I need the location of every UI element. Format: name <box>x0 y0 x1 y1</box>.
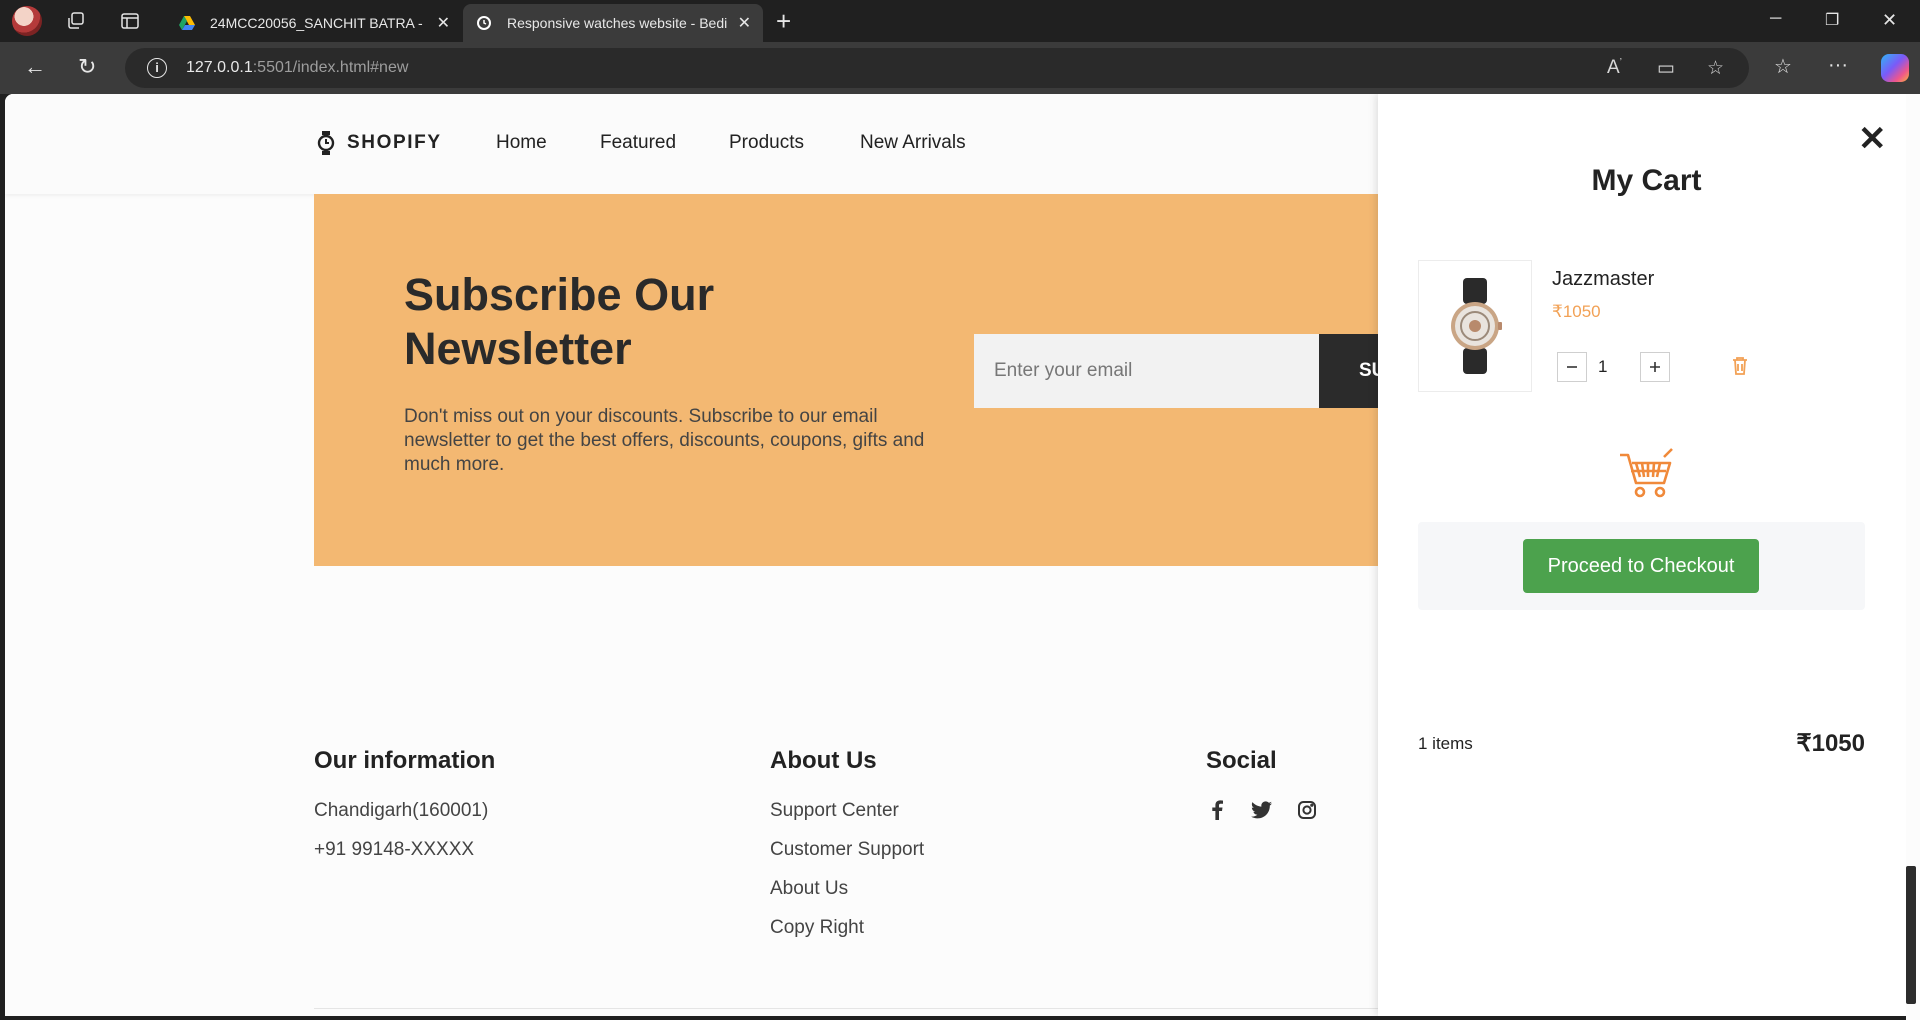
more-menu-icon[interactable]: ··· <box>1828 54 1848 77</box>
newsletter-description: Don't miss out on your discounts. Subscr… <box>404 406 925 475</box>
email-field[interactable] <box>974 334 1319 408</box>
read-aloud-icon[interactable]: Aʼ <box>1607 57 1622 79</box>
nav-new-arrivals[interactable]: New Arrivals <box>860 132 966 154</box>
google-drive-icon <box>179 16 195 30</box>
url-host: 127.0.0.1 <box>186 59 253 76</box>
footer-about: About Us Support Center Customer Support… <box>770 747 924 955</box>
footer-social-heading: Social <box>1206 747 1277 774</box>
newsletter-title: Subscribe Our Newsletter <box>404 269 715 374</box>
nav-products[interactable]: Products <box>729 132 804 154</box>
cart-item-count: 1 items <box>1418 734 1473 753</box>
shopping-cart-icon <box>1618 447 1674 504</box>
minimize-icon[interactable]: ─ <box>1770 10 1781 28</box>
copilot-icon[interactable] <box>1881 54 1909 82</box>
cart-drawer: ✕ My Cart Jazzmaster ₹1050 1 Proceed to … <box>1378 94 1915 1016</box>
footer-about-heading: About Us <box>770 747 877 774</box>
browser-tab-bar: 24MCC20056_SANCHIT BATRA - Google Drive … <box>0 0 1920 42</box>
trash-icon[interactable] <box>1731 356 1749 381</box>
scrollbar-thumb[interactable] <box>1906 866 1916 1004</box>
close-cart-icon[interactable]: ✕ <box>1858 122 1887 156</box>
instagram-icon[interactable] <box>1296 799 1317 820</box>
plus-icon <box>1650 362 1660 372</box>
watch-icon <box>477 16 491 30</box>
close-icon[interactable]: ✕ <box>437 13 450 33</box>
tab-title: Responsive watches website - Bedimcode <box>507 15 728 31</box>
footer-social: Social <box>1206 747 1317 820</box>
decrease-quantity-button[interactable] <box>1557 352 1587 382</box>
cart-title: My Cart <box>1591 164 1702 197</box>
footer-info-heading: Our information <box>314 747 496 774</box>
footer-divider <box>314 1008 1414 1009</box>
checkout-button[interactable]: Proceed to Checkout <box>1523 539 1759 593</box>
social-links <box>1206 799 1317 820</box>
footer-link-about-us[interactable]: About Us <box>770 877 924 901</box>
footer-link-support-center[interactable]: Support Center <box>770 799 924 823</box>
tab-actions-icon[interactable] <box>118 9 142 33</box>
profile-avatar[interactable] <box>12 6 42 36</box>
back-icon[interactable]: ← <box>24 56 46 78</box>
restore-icon[interactable]: ❐ <box>1825 10 1839 30</box>
nav-featured[interactable]: Featured <box>600 132 676 154</box>
footer-link-customer-support[interactable]: Customer Support <box>770 838 924 862</box>
page-viewport: SHOPIFY Home Featured Products New Arriv… <box>5 94 1915 1016</box>
cart-total: ₹1050 <box>1796 730 1865 757</box>
footer-link-copy-right[interactable]: Copy Right <box>770 916 924 940</box>
minus-icon <box>1567 366 1577 368</box>
tab-title: 24MCC20056_SANCHIT BATRA - Google Drive <box>210 15 427 31</box>
checkout-box: Proceed to Checkout <box>1418 522 1865 610</box>
site-logo[interactable]: SHOPIFY <box>316 130 442 156</box>
address-bar: ← ↻ i 127.0.0.1:5501/index.html#new Aʼ ▭… <box>0 42 1920 94</box>
footer-info: Our information Chandigarh(160001) +91 9… <box>314 747 495 877</box>
watch-icon <box>317 131 335 155</box>
tab-google-drive[interactable]: 24MCC20056_SANCHIT BATRA - Google Drive … <box>166 4 462 42</box>
site-info-icon[interactable]: i <box>147 58 167 78</box>
immersive-reader-icon[interactable]: ▭ <box>1657 57 1675 80</box>
close-icon[interactable]: ✕ <box>738 13 751 33</box>
url-text: 127.0.0.1:5501/index.html#new <box>186 59 408 77</box>
nav-home[interactable]: Home <box>496 132 547 154</box>
watch-product-image <box>1451 278 1502 374</box>
window-close-icon[interactable]: ✕ <box>1882 10 1897 31</box>
workspaces-icon[interactable] <box>64 9 88 33</box>
cart-item-price: ₹1050 <box>1552 302 1601 321</box>
cart-item-image <box>1418 260 1532 392</box>
newsletter-section: Subscribe Our Newsletter Don't miss out … <box>314 194 1469 566</box>
favorite-star-icon[interactable]: ☆ <box>1707 57 1724 80</box>
url-input[interactable]: i 127.0.0.1:5501/index.html#new Aʼ ▭ ☆ <box>125 48 1749 88</box>
logo-text: SHOPIFY <box>347 132 442 153</box>
url-path: :5501/index.html#new <box>252 59 409 76</box>
tab-watches-website[interactable]: Responsive watches website - Bedimcode ✕ <box>463 4 763 42</box>
footer-address: Chandigarh(160001) <box>314 800 489 821</box>
favorites-icon[interactable]: ☆ <box>1774 54 1792 79</box>
refresh-icon[interactable]: ↻ <box>78 56 96 78</box>
cart-item-name: Jazzmaster <box>1552 268 1655 290</box>
twitter-icon[interactable] <box>1251 799 1272 820</box>
footer-phone: +91 99148-XXXXX <box>314 839 475 860</box>
quantity-value: 1 <box>1598 357 1608 376</box>
new-tab-icon[interactable]: + <box>776 8 791 34</box>
increase-quantity-button[interactable] <box>1640 352 1670 382</box>
facebook-icon[interactable] <box>1206 799 1227 820</box>
